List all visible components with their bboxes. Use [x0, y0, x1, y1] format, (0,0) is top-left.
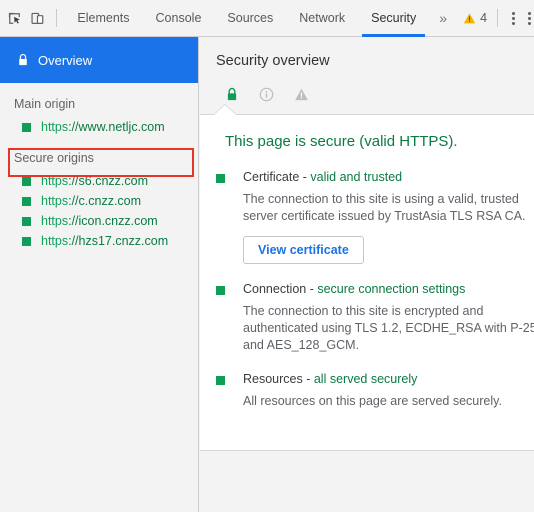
origin-url: https://hzs17.cnzz.com: [41, 234, 168, 248]
tab-network[interactable]: Network: [286, 0, 358, 37]
page-title: Security overview: [216, 53, 330, 69]
devtools-window: Elements Console Sources Network Securit…: [0, 0, 534, 512]
main-origin-title: Main origin: [14, 97, 76, 111]
tab-security[interactable]: Security: [358, 0, 429, 37]
view-certificate-button[interactable]: View certificate: [243, 236, 364, 264]
security-overview-header: Security overview: [200, 37, 534, 105]
toolbar-right-group: 4: [457, 0, 534, 37]
inspect-element-icon[interactable]: [6, 4, 23, 32]
section-title: Connection - secure connection settings: [243, 282, 534, 296]
toolbar-divider: [55, 9, 57, 27]
device-toolbar-icon[interactable]: [29, 4, 46, 32]
origin-host: ://s6.cnzz.com: [68, 174, 148, 188]
secure-square-icon: [22, 216, 31, 226]
security-summary-card: This page is secure (valid HTTPS). Certi…: [200, 114, 534, 451]
origin-scheme: https: [41, 214, 69, 228]
origin-host: ://hzs17.cnzz.com: [68, 234, 169, 248]
section-title: Certificate - valid and trusted: [243, 170, 534, 184]
origin-url: https://c.cnzz.com: [41, 194, 141, 208]
list-item[interactable]: https://hzs17.cnzz.com: [0, 231, 198, 251]
list-item[interactable]: https://www.netljc.com: [0, 117, 198, 137]
secure-square-icon: [216, 286, 225, 295]
origin-scheme: https: [41, 174, 69, 188]
warning-counter[interactable]: 4: [457, 11, 493, 25]
section-connection: Connection - secure connection settings …: [200, 282, 534, 354]
section-title-prefix: Connection -: [243, 282, 318, 296]
secure-square-icon: [216, 376, 225, 385]
devtools-toolbar: Elements Console Sources Network Securit…: [0, 0, 534, 37]
tab-elements[interactable]: Elements: [64, 0, 142, 37]
overflow-menu-icon[interactable]: [524, 4, 534, 32]
section-title-prefix: Certificate -: [243, 170, 311, 184]
more-tabs-label: »: [439, 10, 448, 26]
more-tabs-icon[interactable]: »: [429, 0, 457, 37]
warning-count: 4: [480, 11, 488, 25]
panel-tabs: Elements Console Sources Network Securit…: [64, 0, 457, 37]
section-description: The connection to this site is encrypted…: [243, 304, 534, 352]
section-description: All resources on this page are served se…: [243, 394, 502, 408]
secure-square-icon: [22, 176, 31, 186]
secure-square-icon: [22, 236, 31, 246]
lock-icon[interactable]: [225, 87, 239, 102]
lock-icon: [19, 53, 27, 66]
tab-label: Security: [371, 11, 417, 25]
origin-url: https://www.netljc.com: [41, 120, 165, 134]
section-body: Certificate - valid and trusted The conn…: [243, 170, 534, 264]
list-item[interactable]: https://icon.cnzz.com: [0, 211, 198, 231]
tab-console[interactable]: Console: [143, 0, 215, 37]
secure-origins-title: Secure origins: [14, 151, 94, 165]
origin-scheme: https: [41, 234, 69, 248]
tab-label: Sources: [227, 11, 274, 25]
origin-host: ://icon.cnzz.com: [68, 214, 158, 228]
section-resources: Resources - all served securely All reso…: [200, 372, 534, 410]
warning-triangle-icon: [463, 12, 476, 23]
tab-label: Network: [299, 11, 346, 25]
tab-label: Elements: [77, 11, 130, 25]
secure-square-icon: [216, 174, 225, 183]
secure-square-icon: [22, 122, 31, 132]
list-item[interactable]: https://s6.cnzz.com: [0, 171, 198, 191]
security-status-icons: [216, 69, 534, 105]
origin-host: ://www.netljc.com: [68, 120, 165, 134]
section-title-status[interactable]: secure connection settings: [317, 282, 465, 296]
section-body: Connection - secure connection settings …: [243, 282, 534, 354]
sidebar-item-overview[interactable]: Overview: [0, 37, 198, 83]
origin-scheme: https: [41, 120, 69, 134]
origin-url: https://icon.cnzz.com: [41, 214, 158, 228]
section-body: Resources - all served securely All reso…: [243, 372, 534, 410]
section-title-status: all served securely: [313, 372, 418, 386]
info-circle-icon[interactable]: [259, 87, 274, 102]
section-title-status: valid and trusted: [310, 170, 403, 184]
origin-scheme: https: [41, 194, 69, 208]
security-main-panel: Security overview This page is secure (v…: [200, 37, 534, 512]
tab-label: Console: [155, 11, 202, 25]
secure-square-icon: [22, 196, 31, 206]
origin-url: https://s6.cnzz.com: [41, 174, 148, 188]
security-headline: This page is secure (valid HTTPS).: [225, 133, 458, 150]
sidebar-item-label: Overview: [38, 52, 93, 68]
warning-triangle-icon[interactable]: [294, 87, 309, 102]
toolbar-divider: [497, 9, 499, 27]
section-certificate: Certificate - valid and trusted The conn…: [200, 170, 534, 264]
security-summary-card-wrap: This page is secure (valid HTTPS). Certi…: [200, 104, 534, 451]
main-menu-icon[interactable]: [502, 4, 524, 32]
card-pointer: [214, 105, 236, 115]
list-item[interactable]: https://c.cnzz.com: [0, 191, 198, 211]
origin-host: ://c.cnzz.com: [68, 194, 142, 208]
security-sidebar: Overview Main origin https://www.netljc.…: [0, 37, 199, 512]
section-title: Resources - all served securely: [243, 372, 534, 386]
tab-sources[interactable]: Sources: [214, 0, 286, 37]
section-description: The connection to this site is using a v…: [243, 192, 526, 223]
section-title-prefix: Resources -: [243, 372, 314, 386]
